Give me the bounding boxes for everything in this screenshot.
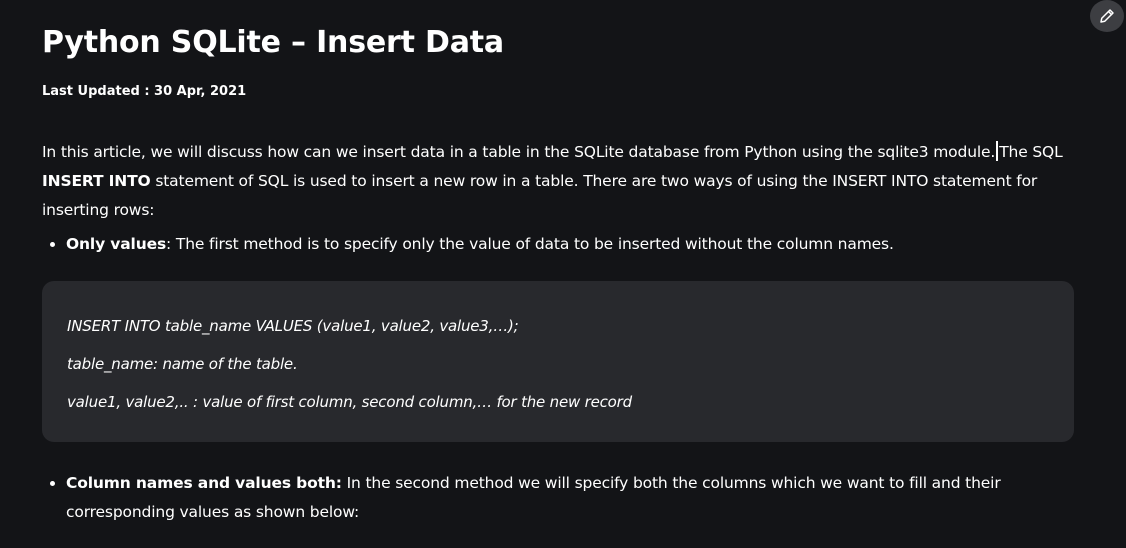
code-block: INSERT INTO table_name VALUES (value1, v… xyxy=(42,281,1074,442)
intro-bold-keyword: INSERT INTO xyxy=(42,172,151,190)
method1-text: : The first method is to specify only th… xyxy=(166,235,894,253)
edit-button[interactable] xyxy=(1090,0,1124,32)
list-item-column-names-values: Column names and values both: In the sec… xyxy=(66,469,1074,527)
last-updated: Last Updated : 30 Apr, 2021 xyxy=(42,84,247,99)
code-line: INSERT INTO table_name VALUES (value1, v… xyxy=(67,317,519,335)
pencil-icon xyxy=(1098,7,1116,25)
article-page: Python SQLite – Insert Data Last Updated… xyxy=(0,0,1126,548)
intro-text-3: statement of SQL is used to insert a new… xyxy=(42,172,1038,219)
intro-text-2: The SQL xyxy=(999,143,1063,161)
method-list-2: Column names and values both: In the sec… xyxy=(42,469,1074,527)
text-cursor xyxy=(996,141,999,161)
code-line: value1, value2,.. : value of first colum… xyxy=(67,393,632,411)
method1-label: Only values xyxy=(66,235,167,253)
intro-text-1: In this article, we will discuss how can… xyxy=(42,143,996,161)
page-title: Python SQLite – Insert Data xyxy=(42,25,504,60)
list-item-only-values: Only values: The first method is to spec… xyxy=(66,230,1074,259)
intro-paragraph: In this article, we will discuss how can… xyxy=(42,138,1074,225)
method2-label: Column names and values both: xyxy=(66,474,342,492)
method-list-1: Only values: The first method is to spec… xyxy=(42,230,1074,259)
code-line: table_name: name of the table. xyxy=(67,355,298,373)
